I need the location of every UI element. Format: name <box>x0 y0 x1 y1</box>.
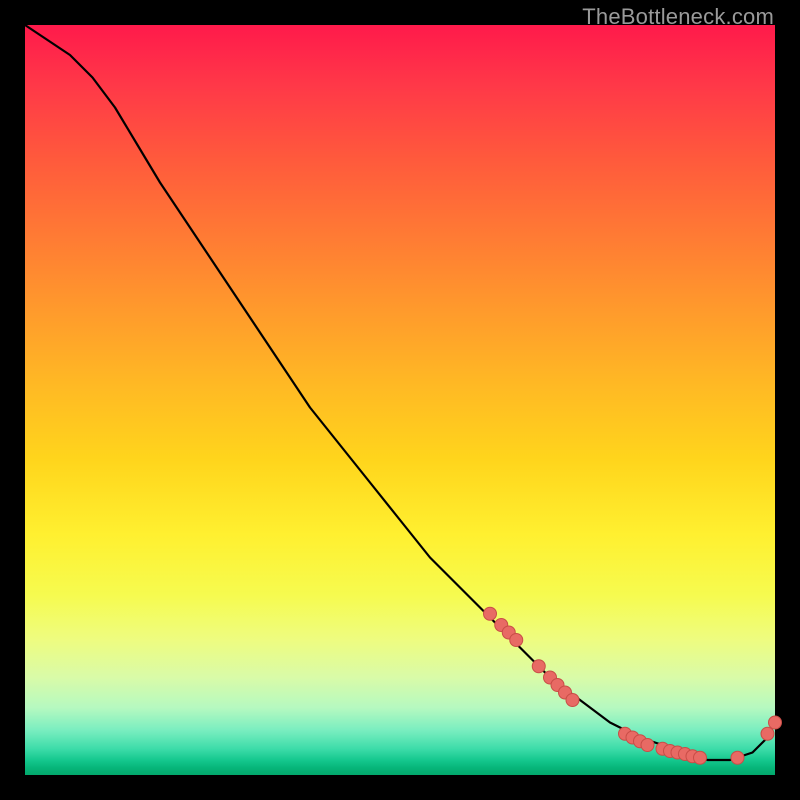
plot-area <box>25 25 775 775</box>
data-point <box>769 716 782 729</box>
data-point <box>532 660 545 673</box>
bottleneck-curve <box>25 25 775 760</box>
data-point <box>510 634 523 647</box>
data-point <box>731 751 744 764</box>
data-point <box>694 751 707 764</box>
data-point <box>484 607 497 620</box>
chart-stage: TheBottleneck.com <box>0 0 800 800</box>
chart-svg <box>25 25 775 775</box>
data-point <box>761 727 774 740</box>
data-points <box>484 607 782 764</box>
data-point <box>641 739 654 752</box>
data-point <box>566 694 579 707</box>
